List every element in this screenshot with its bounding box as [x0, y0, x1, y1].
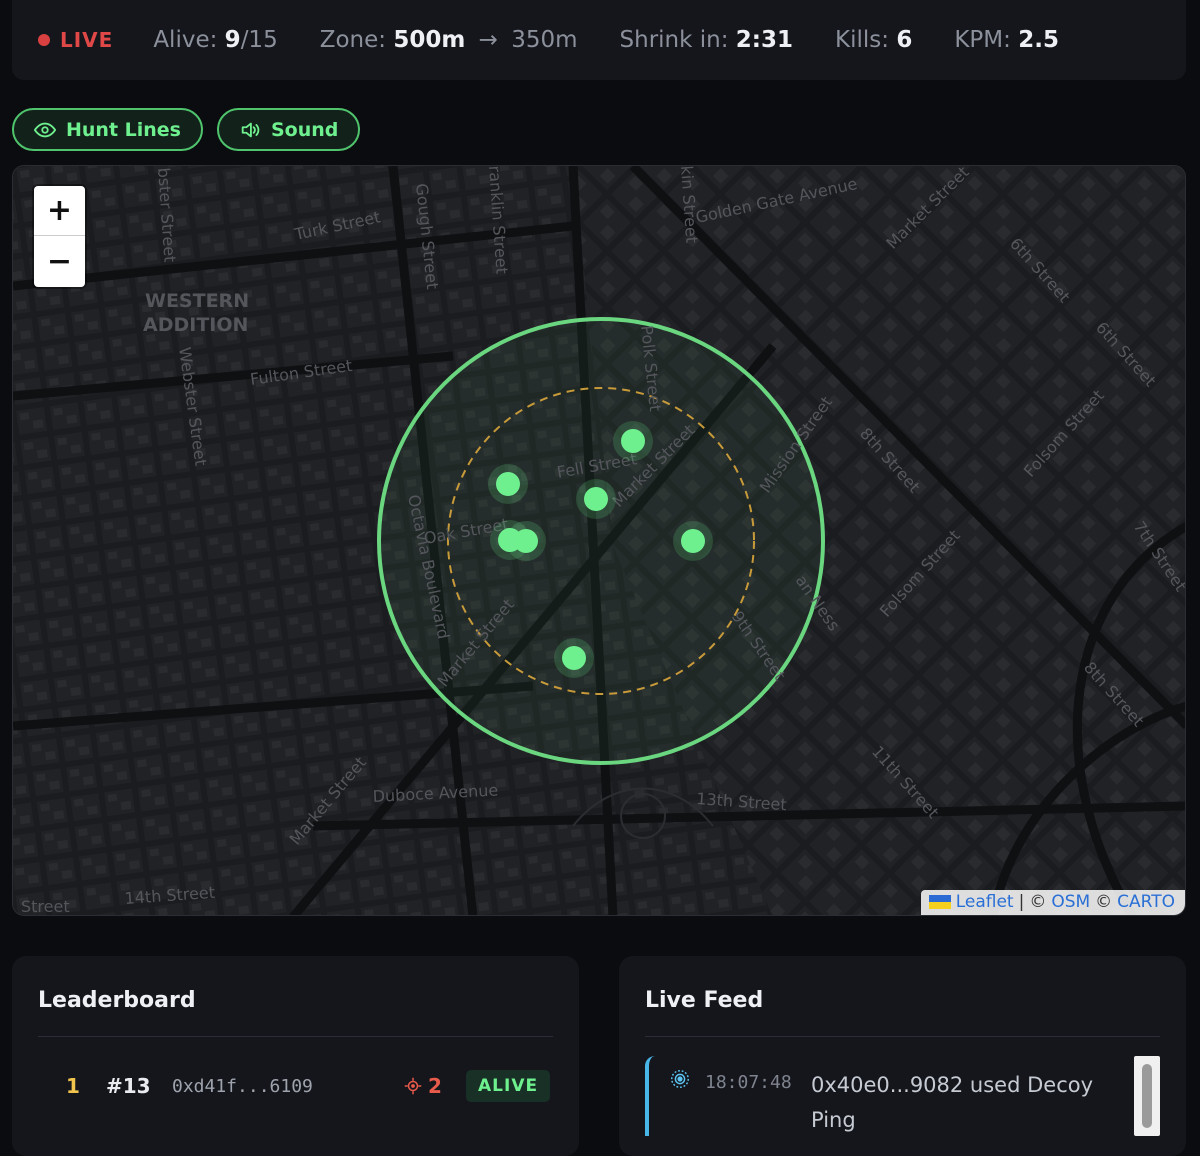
live-dot-icon [38, 34, 50, 46]
copyright-symbol-2: © [1095, 892, 1113, 912]
western-addition-label: WESTERN [145, 290, 249, 312]
live-feed-divider [645, 1036, 1160, 1037]
sound-label: Sound [271, 118, 339, 141]
leaderboard-panel: Leaderboard 1 #13 0xd41f...6109 2 ALIVE [12, 956, 579, 1156]
shrink-stat: Shrink in: 2:31 [620, 27, 793, 53]
leaderboard-title: Leaderboard [38, 988, 196, 1013]
toggle-bar: Hunt Lines Sound [12, 108, 361, 151]
kpm-value: 2.5 [1018, 27, 1059, 53]
speaker-icon [241, 122, 260, 137]
kpm-stat: KPM: 2.5 [954, 27, 1059, 53]
kills-label: Kills: [835, 27, 890, 53]
feed-item: 18:07:48 0x40e0...9082 used Decoy Ping [645, 1056, 1115, 1136]
carto-link[interactable]: CARTO [1117, 892, 1175, 912]
status-badge: ALIVE [466, 1070, 551, 1102]
sound-toggle[interactable]: Sound [217, 108, 361, 151]
leaderboard-row[interactable]: 1 #13 0xd41f...6109 2 ALIVE [38, 1066, 553, 1106]
player-marker[interactable] [496, 472, 520, 496]
live-label: LIVE [60, 28, 114, 52]
player-address: 0xd41f...6109 [172, 1075, 313, 1097]
kills-stat: Kills: 6 [835, 27, 912, 53]
live-feed-panel: Live Feed 18:07:48 0x40e0...9082 used De… [619, 956, 1186, 1156]
kill-count: 2 [404, 1074, 452, 1098]
osm-link[interactable]: OSM [1051, 892, 1090, 912]
alive-total: /15 [240, 27, 278, 53]
radar-icon [671, 1070, 689, 1088]
kpm-label: KPM: [954, 27, 1011, 53]
eye-icon [34, 122, 56, 137]
zone-label: Zone: [319, 27, 387, 53]
hunt-lines-label: Hunt Lines [66, 118, 181, 141]
rank: 1 [66, 1074, 80, 1098]
hunt-lines-toggle[interactable]: Hunt Lines [12, 108, 203, 151]
zone-current: 500m [393, 27, 466, 53]
leaderboard-divider [38, 1036, 553, 1037]
copyright-symbol: © [1029, 892, 1047, 912]
live-feed-title: Live Feed [645, 988, 764, 1013]
leaflet-link[interactable]: Leaflet [956, 892, 1014, 912]
alive-label: Alive: [153, 27, 218, 53]
player-marker[interactable] [514, 529, 538, 553]
feed-scrollbar[interactable] [1134, 1056, 1160, 1136]
player-marker[interactable] [681, 529, 705, 553]
corner-street-label: Street [21, 897, 70, 916]
zone-next: 350m [511, 27, 578, 53]
crosshair-icon [404, 1077, 422, 1095]
player-marker[interactable] [584, 487, 608, 511]
scrollbar-thumb[interactable] [1142, 1064, 1152, 1128]
status-bar: LIVE Alive: 9/15 Zone: 500m → 350m Shrin… [12, 0, 1186, 80]
player-id: #13 [106, 1074, 151, 1098]
map-attribution: Leaflet | © OSM © CARTO [920, 890, 1185, 915]
kills-value: 6 [896, 27, 913, 53]
zoom-out-button[interactable]: − [34, 236, 85, 286]
western-addition-label-2: ADDITION [143, 314, 248, 336]
ukraine-flag-icon [928, 895, 951, 909]
kill-count-value: 2 [428, 1074, 442, 1098]
shrink-timer: 2:31 [735, 27, 794, 53]
battle-map[interactable]: WESTERN ADDITION Turk Street Golden Gate… [12, 165, 1186, 916]
zone-arrow-icon: → [478, 27, 498, 53]
feed-text: 0x40e0...9082 used Decoy Ping [811, 1073, 1094, 1132]
feed-time: 18:07:48 [705, 1072, 792, 1093]
zoom-in-button[interactable]: + [34, 186, 85, 236]
player-marker[interactable] [621, 429, 645, 453]
player-marker[interactable] [562, 646, 586, 670]
shrink-label: Shrink in: [619, 27, 729, 53]
map-tiles: WESTERN ADDITION Turk Street Golden Gate… [13, 166, 1185, 916]
alive-stat: Alive: 9/15 [153, 27, 277, 53]
zone-stat: Zone: 500m → 350m [320, 27, 578, 53]
zoom-control: + − [34, 186, 85, 287]
attribution-separator: | [1018, 892, 1025, 912]
live-indicator: LIVE [38, 28, 113, 52]
alive-count: 9 [224, 27, 241, 53]
